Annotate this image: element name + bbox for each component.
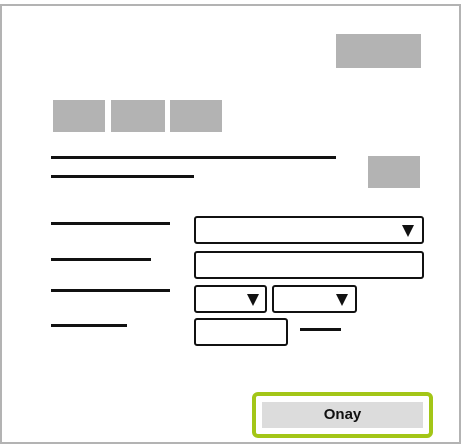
tab-placeholder-3[interactable]: [170, 100, 222, 132]
heading-action-placeholder[interactable]: [368, 156, 420, 188]
heading-line-1: [51, 156, 336, 159]
confirm-button-highlight: Onay: [252, 392, 433, 438]
select-field-2[interactable]: [194, 285, 267, 313]
field-label-2: [51, 258, 151, 261]
heading-line-2: [51, 175, 194, 178]
confirm-button[interactable]: Onay: [262, 402, 423, 428]
dialog-frame: Onay: [0, 4, 461, 444]
tab-placeholder-2[interactable]: [111, 100, 165, 132]
tab-placeholder-1[interactable]: [53, 100, 105, 132]
chevron-down-icon: [336, 294, 348, 306]
chevron-down-icon: [247, 294, 259, 306]
short-input-field[interactable]: [194, 318, 288, 346]
header-button-placeholder[interactable]: [336, 34, 421, 68]
field-label-4: [51, 324, 127, 327]
field-label-3: [51, 289, 170, 292]
text-input-field[interactable]: [194, 251, 424, 279]
chevron-down-icon: [402, 225, 414, 237]
unit-label: [300, 328, 341, 331]
select-field-3[interactable]: [272, 285, 357, 313]
select-field-1[interactable]: [194, 216, 424, 244]
field-label-1: [51, 222, 170, 225]
